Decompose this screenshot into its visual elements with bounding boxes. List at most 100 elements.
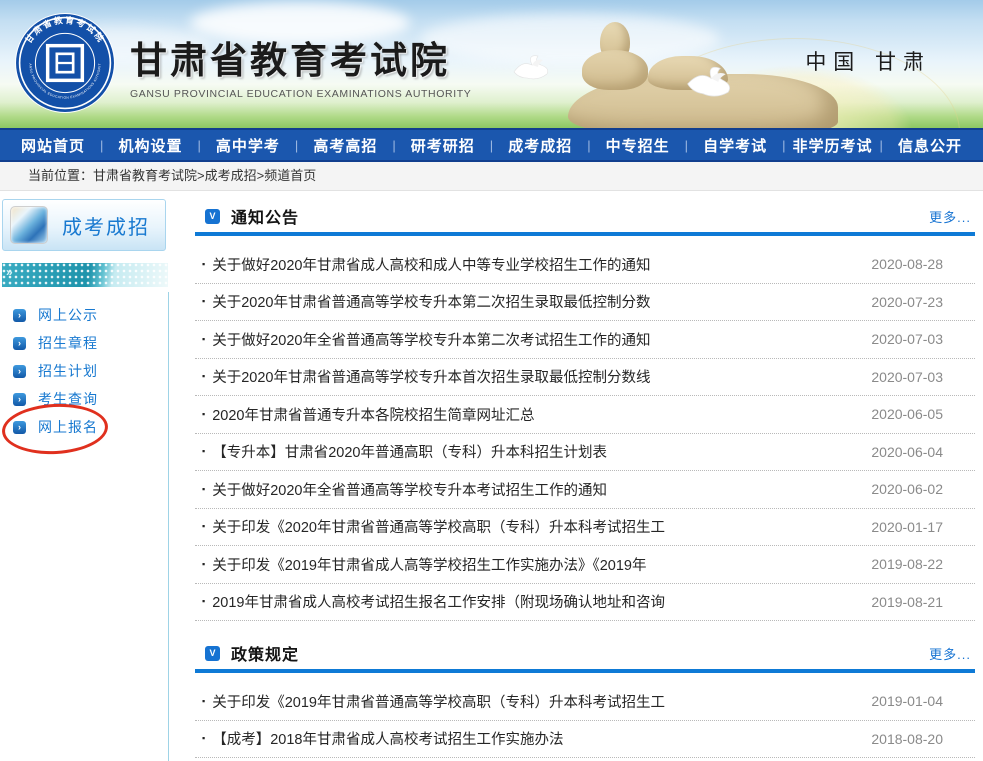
breadcrumb: 当前位置：甘肃省教育考试院>成考成招>频道首页 [0, 162, 983, 191]
breadcrumb-path[interactable]: 甘肃省教育考试院>成考成招>频道首页 [93, 168, 316, 183]
nav-item[interactable]: 中专招生 [591, 135, 685, 156]
section-marker-icon: V [205, 646, 220, 661]
news-date: 2019-08-21 [871, 594, 975, 610]
nav-item[interactable]: 高考高招 [298, 135, 392, 156]
nav-item[interactable]: 成考成招 [493, 135, 587, 156]
bullet-icon: ▪ [202, 560, 205, 569]
nav-item[interactable]: 非学历考试 [786, 135, 880, 156]
section-underline [195, 232, 975, 236]
news-date: 2020-07-03 [871, 331, 975, 347]
nav-item[interactable]: 信息公开 [883, 135, 977, 156]
sidebar-item-label[interactable]: 网上公示 [38, 305, 98, 325]
news-link[interactable]: 关于印发《2019年甘肃省成人高等学校招生工作实施办法》《2019年 [212, 554, 646, 575]
news-row: ▪ 2020年甘肃省普通专升本各院校招生简章网址汇总 2020-06-05 [195, 396, 975, 434]
news-list: ▪ 关于做好2020年甘肃省成人高校和成人中等专业学校招生工作的通知 2020-… [195, 246, 975, 621]
sidebar-title: 成考成招 [62, 211, 150, 240]
news-link[interactable]: 关于做好2020年甘肃省成人高校和成人中等专业学校招生工作的通知 [212, 254, 650, 275]
news-date: 2020-06-02 [871, 481, 975, 497]
news-date: 2020-06-04 [871, 444, 975, 460]
more-link[interactable]: 更多... [929, 644, 971, 663]
chevrons-icon: » [6, 265, 13, 279]
breadcrumb-label: 当前位置： [28, 168, 93, 183]
sidebar-header: 成考成招 [2, 199, 166, 251]
bullet-icon: ▪ [202, 485, 205, 494]
bullet-icon: ▪ [202, 697, 205, 706]
sidebar-item-label[interactable]: 网上报名 [38, 417, 98, 437]
sidebar-item[interactable]: › 网上公示 [2, 301, 183, 329]
sidebar-decoration-bar: » [2, 263, 168, 287]
bullet-icon: ▪ [202, 522, 205, 531]
dove-icon [508, 52, 552, 86]
bullet-icon: ▪ [202, 297, 205, 306]
section-underline [195, 669, 975, 673]
news-row: ▪ 关于2020年甘肃省普通高等学校专升本第二次招生录取最低控制分数 2020-… [195, 284, 975, 322]
section-header: V 通知公告 更多... [195, 200, 975, 232]
news-row: ▪ 【专升本】甘肃省2020年普通高职（专科）升本科招生计划表 2020-06-… [195, 434, 975, 472]
more-link[interactable]: 更多... [929, 207, 971, 226]
arrow-icon: › [13, 393, 26, 406]
news-link[interactable]: 关于印发《2019年甘肃省普通高等学校高职（专科）升本科考试招生工 [212, 691, 665, 712]
bullet-icon: ▪ [202, 335, 205, 344]
arrow-icon: › [13, 365, 26, 378]
site-title: 甘肃省教育考试院 [130, 30, 471, 84]
news-date: 2020-08-28 [871, 256, 975, 272]
channel-icon [10, 206, 48, 244]
sidebar-item[interactable]: › 考生查询 [2, 385, 183, 413]
sidebar-item-label[interactable]: 考生查询 [38, 389, 98, 409]
page: 甘肃省教育考试院 GANSU PROVINCIAL EDUCATION EXAM… [0, 0, 983, 761]
news-link[interactable]: 【成考】2018年甘肃省成人高校考试招生工作实施办法 [212, 728, 563, 749]
sidebar-item-label[interactable]: 招生计划 [38, 361, 98, 381]
news-date: 2020-07-03 [871, 369, 975, 385]
section-header: V 政策规定 更多... [195, 637, 975, 669]
news-date: 2020-06-05 [871, 406, 975, 422]
news-link[interactable]: 【专升本】甘肃省2020年普通高职（专科）升本科招生计划表 [212, 441, 607, 462]
authority-seal-logo[interactable]: 甘肃省教育考试院 GANSU PROVINCIAL EDUCATION EXAM… [14, 12, 116, 114]
bullet-icon: ▪ [202, 260, 205, 269]
sidebar-item[interactable]: › 招生章程 [2, 329, 183, 357]
sidebar-item-label[interactable]: 招生章程 [38, 333, 98, 353]
section-title: 政策规定 [231, 641, 299, 665]
news-date: 2020-07-23 [871, 294, 975, 310]
news-row: ▪ 关于2020年甘肃省普通高等学校专升本首次招生录取最低控制分数线 2020-… [195, 359, 975, 397]
news-row: ▪ 关于印发《2020年甘肃省普通高等学校高职（专科）升本科考试招生工 2020… [195, 509, 975, 547]
bullet-icon: ▪ [202, 410, 205, 419]
news-row: ▪ 关于做好2020年全省普通高等学校专升本第二次考试招生工作的通知 2020-… [195, 321, 975, 359]
bullet-icon: ▪ [202, 447, 205, 456]
news-link[interactable]: 关于2020年甘肃省普通高等学校专升本第二次招生录取最低控制分数 [212, 291, 650, 312]
news-link[interactable]: 2020年甘肃省普通专升本各院校招生简章网址汇总 [212, 404, 534, 425]
sidebar-item[interactable]: › 招生计划 [2, 357, 183, 385]
site-banner: 甘肃省教育考试院 GANSU PROVINCIAL EDUCATION EXAM… [0, 0, 983, 128]
main-nav: 网站首页 | 机构设置 | 高中学考 | 高考高招 | 研考研招 | 成考成招 … [0, 128, 983, 162]
arrow-icon: › [13, 421, 26, 434]
news-link[interactable]: 关于2020年甘肃省普通高等学校专升本首次招生录取最低控制分数线 [212, 366, 650, 387]
bullet-icon: ▪ [202, 372, 205, 381]
site-brand: 甘肃省教育考试院 GANSU PROVINCIAL EDUCATION EXAM… [130, 30, 471, 100]
news-link[interactable]: 关于印发《2020年甘肃省普通高等学校高职（专科）升本科考试招生工 [212, 516, 665, 537]
section-title: 通知公告 [231, 204, 299, 228]
news-row: ▪ 关于做好2020年全省普通高等学校专升本考试招生工作的通知 2020-06-… [195, 471, 975, 509]
news-link[interactable]: 关于做好2020年全省普通高等学校专升本考试招生工作的通知 [212, 479, 607, 500]
page-body: 成考成招 » › 网上公示 › 招生章程 › 招生计划 › 考生查询 › 网上报… [0, 191, 983, 761]
sidebar-item[interactable]: › 网上报名 [2, 413, 183, 441]
news-row: ▪ 关于印发《2019年甘肃省普通高等学校高职（专科）升本科考试招生工 2019… [195, 683, 975, 721]
section-policies: V 政策规定 更多... ▪ 关于印发《2019年甘肃省普通高等学校高职（专科）… [195, 637, 975, 758]
arrow-icon: › [13, 337, 26, 350]
news-list: ▪ 关于印发《2019年甘肃省普通高等学校高职（专科）升本科考试招生工 2019… [195, 683, 975, 758]
nav-item[interactable]: 自学考试 [688, 135, 782, 156]
arrow-icon: › [13, 309, 26, 322]
news-link[interactable]: 关于做好2020年全省普通高等学校专升本第二次考试招生工作的通知 [212, 329, 650, 350]
sidebar-menu: › 网上公示 › 招生章程 › 招生计划 › 考生查询 › 网上报名 [2, 301, 183, 441]
section-marker-icon: V [205, 209, 220, 224]
nav-item[interactable]: 机构设置 [103, 135, 197, 156]
nav-item[interactable]: 高中学考 [201, 135, 295, 156]
nav-item[interactable]: 研考研招 [396, 135, 490, 156]
news-date: 2019-08-22 [871, 556, 975, 572]
sidebar: 成考成招 » › 网上公示 › 招生章程 › 招生计划 › 考生查询 › 网上报… [0, 191, 183, 441]
news-link[interactable]: 2019年甘肃省成人高校考试招生报名工作安排（附现场确认地址和咨询 [212, 591, 665, 612]
site-subtitle: GANSU PROVINCIAL EDUCATION EXAMINATIONS … [130, 88, 471, 100]
news-date: 2019-01-04 [871, 693, 975, 709]
section-notices: V 通知公告 更多... ▪ 关于做好2020年甘肃省成人高校和成人中等专业学校… [195, 200, 975, 621]
news-row: ▪ 【成考】2018年甘肃省成人高校考试招生工作实施办法 2018-08-20 [195, 721, 975, 759]
nav-item[interactable]: 网站首页 [6, 135, 100, 156]
bullet-icon: ▪ [202, 734, 205, 743]
